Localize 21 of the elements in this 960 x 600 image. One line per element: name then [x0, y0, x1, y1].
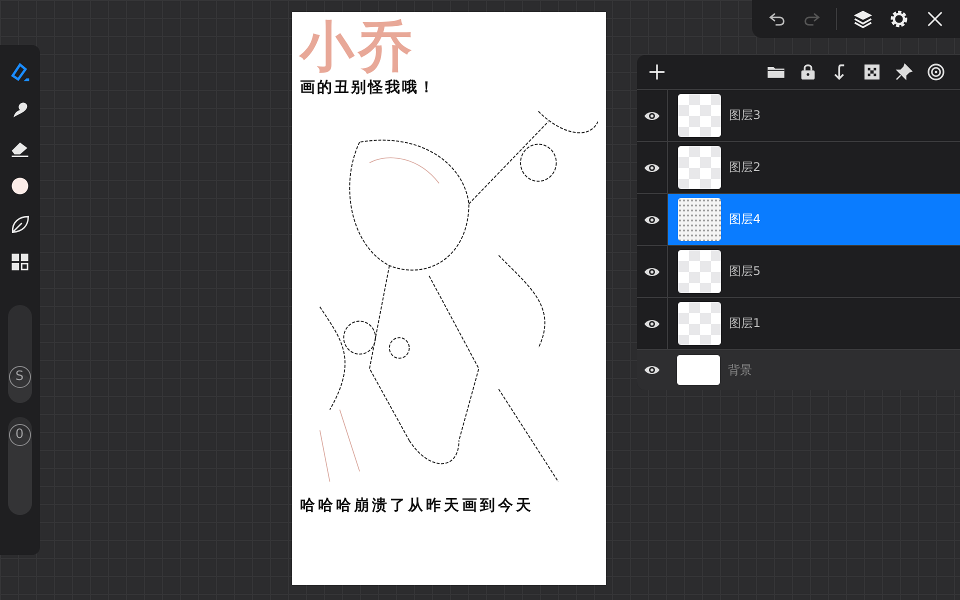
brush-icon[interactable] — [9, 61, 31, 83]
color-circle-icon[interactable] — [9, 175, 31, 197]
canvas-caption-text: 画的丑别怪我哦！ — [300, 78, 436, 97]
leaf-icon[interactable] — [9, 213, 31, 235]
grid-icon[interactable] — [9, 251, 31, 273]
slider-track[interactable]: S — [8, 305, 32, 403]
layer-item[interactable]: 图层1 — [668, 298, 960, 349]
canvas-title-text: 小乔 — [300, 18, 416, 76]
layer-item[interactable]: 图层2 — [668, 142, 960, 193]
layer-item[interactable]: 图层5 — [668, 246, 960, 297]
spiral-icon[interactable] — [926, 62, 946, 82]
layers-icon[interactable] — [852, 8, 874, 30]
add-icon[interactable] — [647, 62, 667, 82]
slider-thumb[interactable]: S — [8, 366, 30, 388]
layer-item[interactable]: 图层3 — [668, 90, 960, 141]
slider-track[interactable]: 0 — [8, 417, 32, 515]
canvas-footer-text: 哈哈哈崩溃了从昨天画到今天 — [300, 496, 535, 515]
slider-thumb[interactable]: 0 — [8, 424, 30, 446]
layer-item[interactable]: 图层4 — [668, 194, 960, 245]
pin-icon[interactable] — [894, 62, 914, 82]
checker-icon[interactable] — [862, 62, 882, 82]
